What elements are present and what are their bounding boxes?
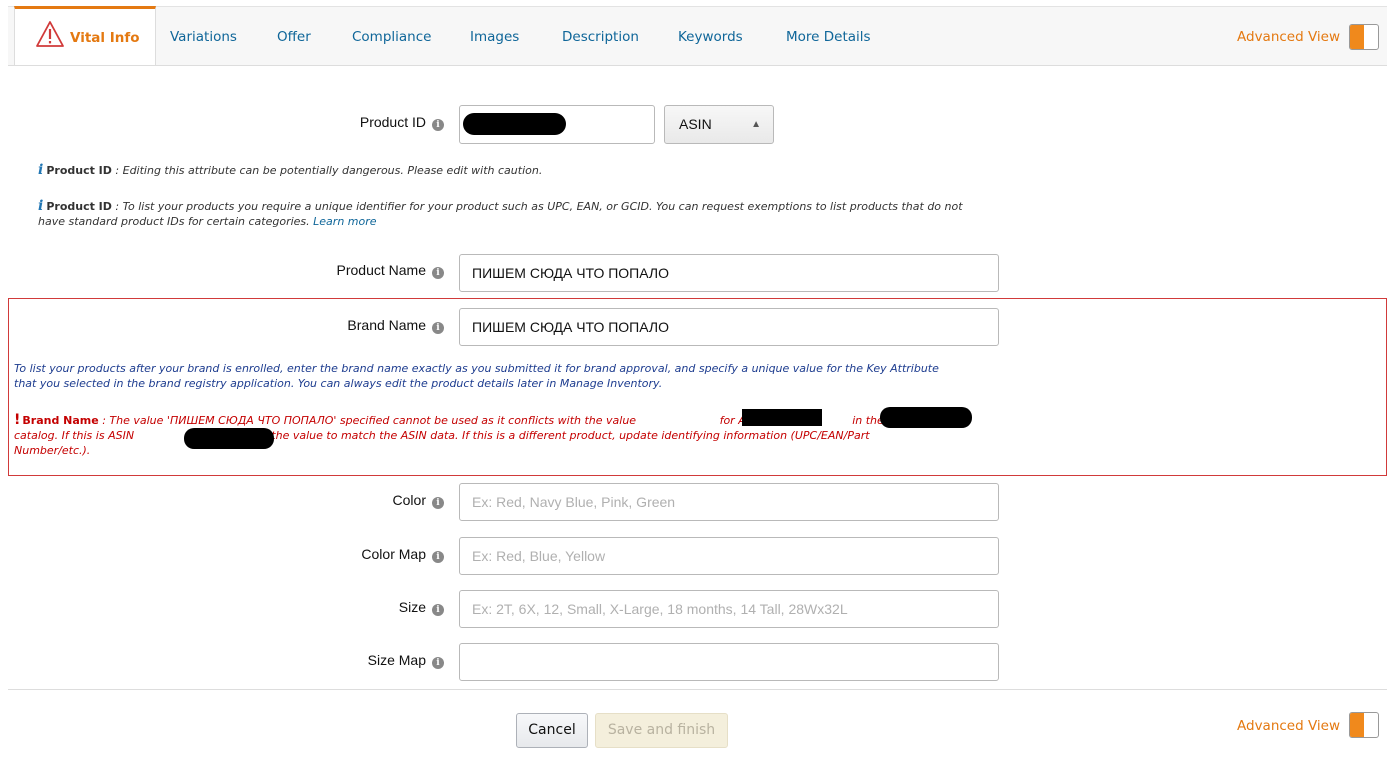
size-map-label-text: Size Map — [367, 652, 426, 668]
tab-bar: Vital Info Variations Offer Compliance I… — [8, 6, 1387, 66]
redacted-product-id — [463, 113, 566, 135]
cancel-button[interactable]: Cancel — [516, 713, 588, 748]
tab-offer[interactable]: Offer — [277, 7, 311, 67]
error-exclamation-icon: ! — [14, 412, 21, 428]
color-input[interactable]: Ex: Red, Navy Blue, Pink, Green — [459, 483, 999, 521]
brand-note-line2: that you selected in the brand registry … — [14, 377, 663, 390]
tab-vital-info-label: Vital Info — [70, 30, 140, 46]
color-label-text: Color — [392, 492, 426, 508]
info-icon[interactable]: i — [432, 497, 444, 509]
brand-error-part1: : The value 'ПИШЕМ СЮДА ЧТО ПОПАЛО' spec… — [102, 414, 637, 427]
product-id-info-line1: : To list your products you require a un… — [115, 200, 963, 213]
brand-name-label: Brand Name i — [347, 317, 444, 334]
brand-error-part4: catalog. If this is ASIN — [14, 429, 135, 442]
toggle-knob — [1350, 25, 1364, 49]
footer-advanced-view-label: Advanced View — [1237, 718, 1341, 734]
info-icon[interactable]: i — [432, 322, 444, 334]
product-id-info: i Product ID : To list your products you … — [38, 199, 1138, 229]
size-map-label: Size Map i — [368, 652, 444, 669]
size-label: Size i — [399, 599, 444, 616]
product-id-type-select[interactable]: ASIN ▲ — [664, 105, 774, 144]
form-divider — [8, 689, 1387, 690]
warning-icon — [36, 21, 64, 47]
product-id-label-text: Product ID — [359, 114, 426, 130]
brand-error-part5: , update the value to match the ASIN dat… — [222, 429, 870, 442]
advanced-view-toggle[interactable] — [1349, 24, 1379, 50]
brand-note-line1: To list your products after your brand i… — [14, 362, 939, 375]
info-icon[interactable]: i — [432, 119, 444, 131]
save-and-finish-button[interactable]: Save and finish — [595, 713, 728, 748]
product-id-type-value: ASIN — [679, 116, 712, 132]
redacted-asin-2 — [184, 428, 274, 449]
color-map-label: Color Map i — [361, 546, 444, 563]
product-id-info-title: Product ID — [46, 200, 112, 213]
size-label-text: Size — [398, 599, 426, 615]
select-caret-icon: ▲ — [751, 119, 761, 130]
info-icon[interactable]: i — [432, 551, 444, 563]
footer-advanced-view-toggle[interactable] — [1349, 712, 1379, 738]
info-i-icon: i — [38, 198, 44, 214]
tab-vital-info[interactable]: Vital Info — [14, 6, 156, 65]
brand-error-title: Brand Name — [22, 414, 99, 427]
tab-variations[interactable]: Variations — [170, 7, 237, 67]
product-id-label: Product ID i — [360, 114, 444, 131]
product-id-warning: i Product ID : Editing this attribute can… — [38, 163, 542, 178]
brand-name-input[interactable]: ПИШЕМ СЮДА ЧТО ПОПАЛО — [459, 308, 999, 346]
tab-more-details[interactable]: More Details — [786, 7, 871, 67]
color-map-label-text: Color Map — [361, 546, 426, 562]
learn-more-link[interactable]: Learn more — [313, 215, 376, 228]
product-id-info-line2: have standard product IDs for certain ca… — [38, 215, 310, 228]
brand-error-part6: Number/etc.). — [14, 444, 91, 457]
tab-images[interactable]: Images — [470, 7, 519, 67]
product-name-label-text: Product Name — [336, 262, 426, 278]
info-i-icon: i — [38, 162, 44, 178]
product-id-warning-title: Product ID — [46, 164, 112, 177]
info-icon[interactable]: i — [432, 657, 444, 669]
tab-keywords[interactable]: Keywords — [678, 7, 743, 67]
toggle-knob — [1350, 713, 1364, 737]
info-icon[interactable]: i — [432, 267, 444, 279]
brand-name-label-text: Brand Name — [347, 317, 426, 333]
redacted-asin — [880, 407, 972, 428]
size-map-input[interactable] — [459, 643, 999, 681]
product-name-label: Product Name i — [337, 262, 444, 279]
product-name-input[interactable]: ПИШЕМ СЮДА ЧТО ПОПАЛО — [459, 254, 999, 292]
color-map-input[interactable]: Ex: Red, Blue, Yellow — [459, 537, 999, 575]
size-input[interactable]: Ex: 2T, 6X, 12, Small, X-Large, 18 month… — [459, 590, 999, 628]
brand-registry-note: To list your products after your brand i… — [14, 361, 1134, 391]
tab-compliance[interactable]: Compliance — [352, 7, 431, 67]
color-label: Color i — [393, 492, 444, 509]
redacted-conflict-value — [742, 409, 822, 426]
tab-description[interactable]: Description — [562, 7, 639, 67]
info-icon[interactable]: i — [432, 604, 444, 616]
advanced-view-label: Advanced View — [1237, 29, 1341, 45]
product-id-warning-text: : Editing this attribute can be potentia… — [115, 164, 543, 177]
